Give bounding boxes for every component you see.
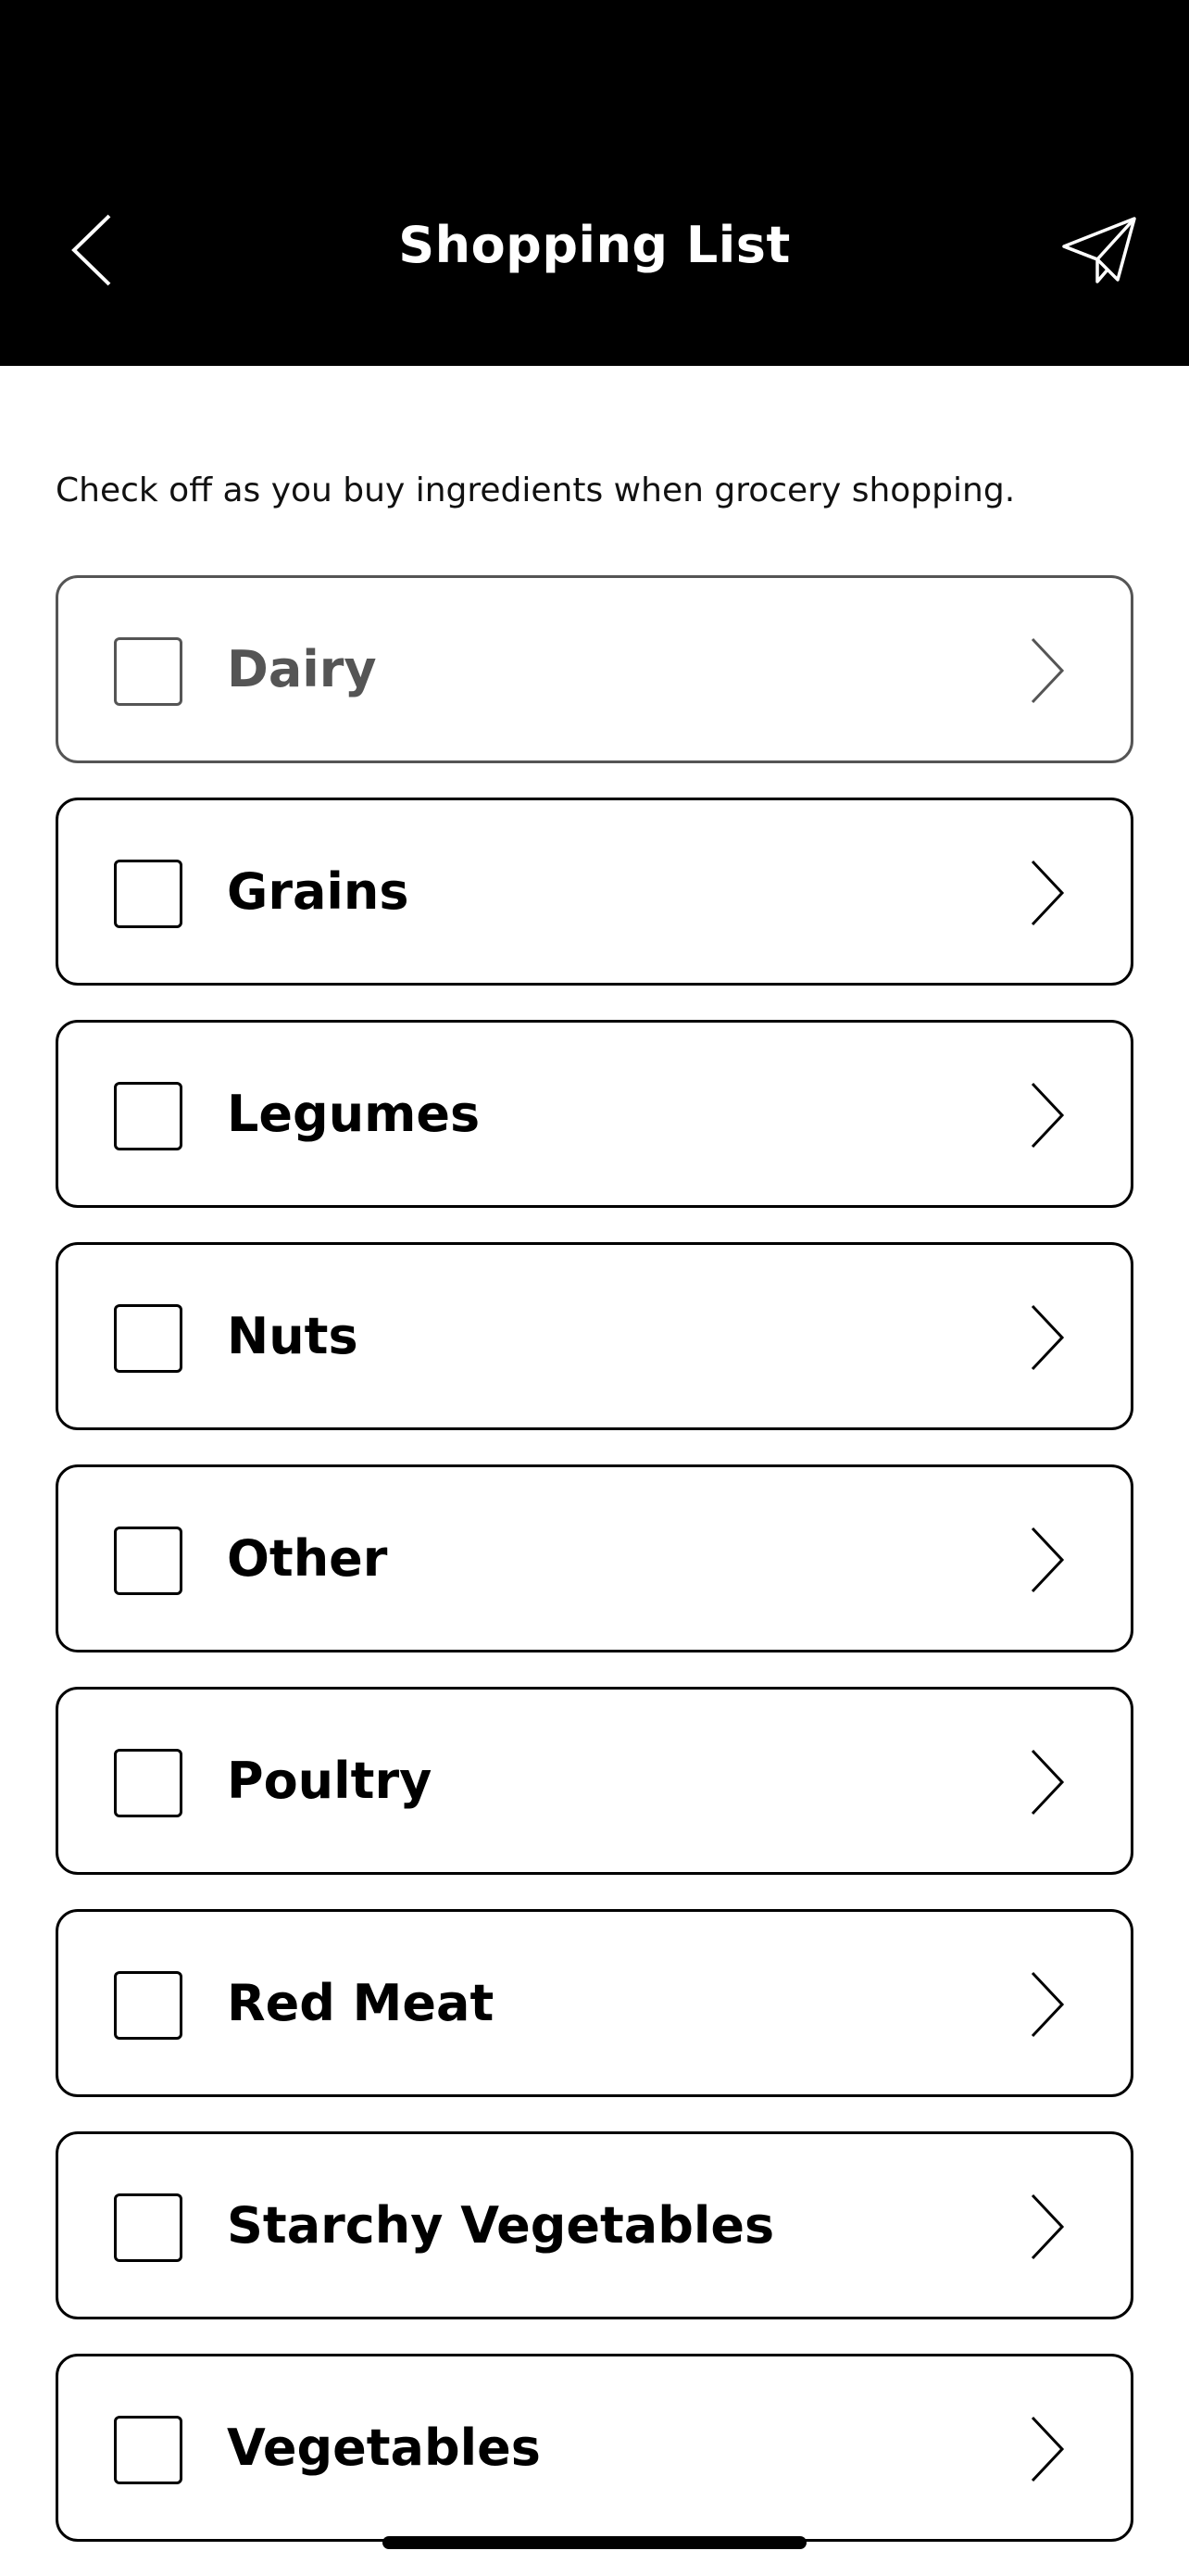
page-title: Shopping List [398,216,791,274]
category-label: Legumes [227,1085,481,1143]
app-header: Shopping List [0,0,1189,366]
checkbox[interactable] [114,637,182,706]
list-item[interactable]: Nuts [56,1242,1133,1430]
category-label: Poultry [227,1752,432,1810]
instructions-text: Check off as you buy ingredients when gr… [56,471,1016,509]
chevron-right-icon [1031,1749,1065,1816]
checkbox[interactable] [114,2416,182,2484]
chevron-right-icon [1031,1527,1065,1593]
category-label: Dairy [227,640,377,698]
checkbox[interactable] [114,1082,182,1150]
checkbox[interactable] [114,1749,182,1817]
chevron-right-icon [1031,1304,1065,1371]
category-label: Vegetables [227,2419,541,2477]
checkbox[interactable] [114,1527,182,1595]
chevron-right-icon [1031,637,1065,704]
chevron-right-icon [1031,1082,1065,1149]
share-button[interactable] [1060,213,1139,287]
list-item[interactable]: Vegetables [56,2354,1133,2542]
category-list: Dairy Grains Legumes Nuts Other Poultry [56,575,1133,2576]
list-item[interactable]: Dairy [56,575,1133,763]
chevron-right-icon [1031,1971,1065,2038]
list-item[interactable]: Poultry [56,1687,1133,1875]
checkbox[interactable] [114,2193,182,2262]
category-label: Grains [227,862,409,921]
category-label: Red Meat [227,1974,494,2032]
checkbox[interactable] [114,1971,182,2040]
chevron-right-icon [1031,2416,1065,2482]
list-item[interactable]: Legumes [56,1020,1133,1208]
home-indicator[interactable] [382,2536,807,2549]
category-label: Starchy Vegetables [227,2196,775,2255]
category-label: Other [227,1529,388,1588]
category-label: Nuts [227,1307,358,1365]
paper-plane-icon [1062,217,1136,283]
checkbox[interactable] [114,860,182,928]
list-item[interactable]: Other [56,1464,1133,1652]
checkbox[interactable] [114,1304,182,1373]
list-item[interactable]: Red Meat [56,1909,1133,2097]
list-item[interactable]: Grains [56,798,1133,986]
list-item[interactable]: Starchy Vegetables [56,2131,1133,2319]
chevron-right-icon [1031,860,1065,926]
chevron-right-icon [1031,2193,1065,2260]
